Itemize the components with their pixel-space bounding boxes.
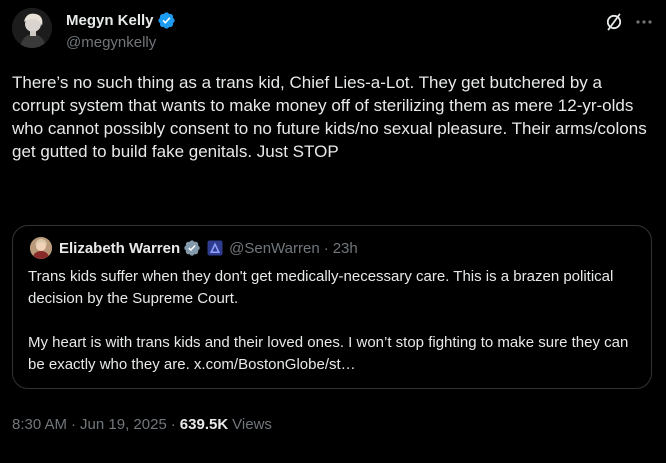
government-affiliation-icon[interactable] bbox=[207, 240, 223, 256]
quoted-header: Elizabeth Warren @SenWarren · 23h bbox=[59, 238, 358, 258]
quoted-post[interactable]: Elizabeth Warren @SenWarren · 23h Trans … bbox=[12, 225, 652, 389]
grok-icon[interactable] bbox=[604, 12, 624, 32]
post-meta: 8:30 AM · Jun 19, 2025 · 639.5K Views bbox=[12, 416, 272, 433]
author-name-row: Megyn Kelly bbox=[66, 10, 176, 30]
quoted-display-name[interactable]: Elizabeth Warren bbox=[59, 240, 180, 257]
profile-photo-icon bbox=[12, 8, 52, 48]
quoted-text: Trans kids suffer when they don't get me… bbox=[28, 266, 636, 376]
quoted-author-avatar[interactable] bbox=[30, 237, 52, 259]
post-time[interactable]: 8:30 AM bbox=[12, 416, 67, 433]
tweet: Megyn Kelly @megynkelly There’s no such … bbox=[0, 0, 666, 463]
separator-dot: · bbox=[71, 416, 77, 433]
author-avatar[interactable] bbox=[12, 8, 52, 48]
verified-badge-icon[interactable] bbox=[157, 11, 176, 30]
post-text: There’s no such thing as a trans kid, Ch… bbox=[12, 73, 647, 161]
author-handle[interactable]: @megynkelly bbox=[66, 34, 156, 51]
quoted-paragraph: My heart is with trans kids and their lo… bbox=[28, 334, 629, 373]
verified-badge-icon[interactable] bbox=[183, 239, 201, 257]
quoted-handle[interactable]: @SenWarren bbox=[229, 240, 320, 257]
post-date[interactable]: Jun 19, 2025 bbox=[80, 416, 167, 433]
profile-photo-icon bbox=[30, 237, 52, 259]
separator-dot: · bbox=[323, 239, 329, 257]
quoted-time[interactable]: 23h bbox=[333, 240, 358, 257]
separator-dot: · bbox=[170, 416, 176, 433]
more-options-icon[interactable] bbox=[634, 12, 654, 32]
views-label: Views bbox=[232, 416, 272, 433]
author-display-name[interactable]: Megyn Kelly bbox=[66, 12, 154, 29]
views-count[interactable]: 639.5K bbox=[180, 416, 228, 433]
quoted-paragraph: Trans kids suffer when they don't get me… bbox=[28, 268, 614, 307]
